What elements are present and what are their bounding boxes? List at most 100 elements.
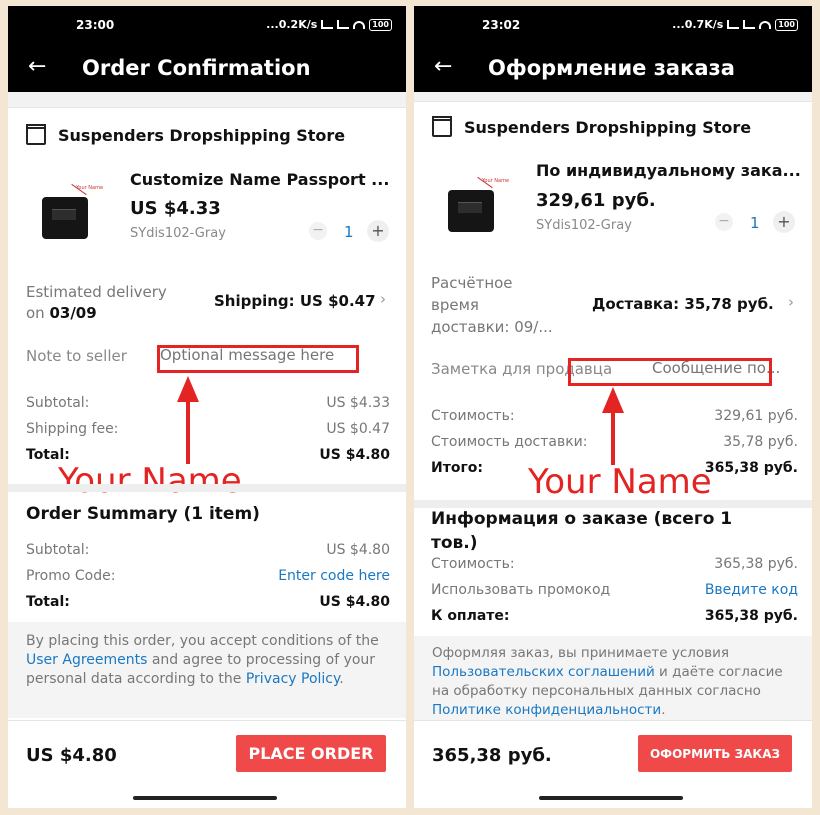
annotation-arrow-head (602, 387, 624, 413)
cost-subtotal-label: Subtotal: (26, 395, 90, 411)
cost-total-value: US $4.80 (319, 447, 390, 463)
store-header[interactable]: Suspenders Dropshipping Store (26, 123, 346, 145)
annotation-arrow-head (177, 376, 199, 402)
product-price: US $4.33 (130, 198, 221, 219)
store-icon (432, 115, 452, 137)
quantity-decrease-button[interactable]: − (715, 213, 733, 231)
product-name[interactable]: По индивидуальному зака... (536, 161, 801, 180)
place-order-button[interactable]: PLACE ORDER (236, 735, 386, 772)
summary-subtotal-label: Стоимость: (431, 556, 515, 572)
promo-code-label: Promo Code: (26, 568, 116, 584)
order-summary-title-line2: тов.) (431, 533, 478, 553)
store-header[interactable]: Suspenders Dropshipping Store (432, 115, 751, 137)
footer-total: 365,38 руб. (432, 745, 552, 766)
signal-icon (337, 20, 350, 29)
phone-screen-russian: 23:02 ...0.7K/s 100 ← Оформление заказа … (414, 6, 812, 808)
section-divider (414, 500, 812, 508)
quantity-value: 1 (344, 223, 354, 241)
wallet-photo (42, 197, 88, 239)
back-arrow-icon[interactable]: ← (28, 54, 46, 79)
checkout-footer: US $4.80 PLACE ORDER (8, 720, 406, 808)
status-bar: 23:02 ...0.7K/s 100 (414, 6, 812, 44)
shipping-option[interactable]: Доставка: 35,78 руб. (592, 295, 774, 313)
wifi-icon (759, 20, 772, 29)
product-price: 329,61 руб. (536, 190, 656, 211)
annotation-box (568, 358, 772, 386)
cost-subtotal-value: US $4.33 (326, 395, 390, 411)
user-agreements-link[interactable]: Пользовательских соглашений (432, 664, 655, 680)
place-order-button[interactable]: ОФОРМИТЬ ЗАКАЗ (638, 735, 792, 772)
home-indicator[interactable] (133, 796, 277, 800)
product-image[interactable]: Your Name (26, 171, 110, 255)
nav-bar: ← Order Confirmation (8, 44, 406, 92)
user-agreements-link[interactable]: User Agreements (26, 652, 147, 668)
cost-shipping-label: Shipping fee: (26, 421, 119, 437)
annotation-box (157, 345, 359, 373)
signal-icon (743, 20, 756, 29)
annotation-text: Your Name (58, 461, 242, 501)
product-image-tag: Your Name (482, 178, 510, 184)
order-summary-title-line1: Информация о заказе (всего 1 (431, 509, 733, 529)
network-speed: ...0.2K/s (266, 18, 318, 31)
chevron-right-icon[interactable]: › (788, 293, 794, 311)
section-divider (8, 484, 406, 492)
promo-code-link[interactable]: Enter code here (278, 568, 390, 584)
annotation-text: Your Name (528, 462, 712, 502)
disclaimer-text-1: By placing this order, you accept condit… (26, 633, 379, 649)
cost-total-label: Итого: (431, 460, 483, 476)
signal-icon (321, 20, 334, 29)
wallet-photo (448, 190, 494, 232)
disclaimer-text-1: Оформляя заказ, вы принимаете условия (432, 645, 730, 661)
network-speed: ...0.7K/s (672, 18, 724, 31)
summary-subtotal-value: 365,38 руб. (714, 556, 798, 572)
terms-disclaimer: By placing this order, you accept condit… (8, 622, 406, 718)
cost-shipping-value: US $0.47 (326, 421, 390, 437)
summary-total-label: Total: (26, 594, 70, 610)
quantity-increase-button[interactable]: + (367, 220, 389, 242)
page-title: Order Confirmation (82, 56, 311, 80)
promo-code-link[interactable]: Введите код (705, 582, 798, 598)
quantity-decrease-button[interactable]: − (309, 222, 327, 240)
delivery-date: 03/09 (49, 304, 97, 322)
chevron-right-icon[interactable]: › (380, 290, 386, 308)
back-arrow-icon[interactable]: ← (434, 54, 452, 79)
cost-subtotal-value: 329,61 руб. (714, 408, 798, 424)
store-icon (26, 123, 46, 145)
shipping-option[interactable]: Shipping: US $0.47 (214, 292, 376, 310)
annotation-arrow (611, 411, 615, 465)
home-indicator[interactable] (539, 796, 683, 800)
product-sku[interactable]: SYdis102-Gray (130, 226, 226, 241)
battery-icon: 100 (369, 18, 392, 31)
store-name: Suspenders Dropshipping Store (58, 126, 346, 145)
disclaimer-text-3: . (661, 702, 666, 718)
cost-total-value: 365,38 руб. (704, 460, 798, 476)
checkout-footer: 365,38 руб. ОФОРМИТЬ ЗАКАЗ (414, 720, 812, 808)
product-image[interactable]: Your Name (432, 164, 516, 248)
battery-icon: 100 (775, 18, 798, 31)
delivery-label-line3: доставки: 09/... (431, 318, 553, 336)
top-spacer (414, 92, 812, 102)
product-image-tag: Your Name (76, 185, 104, 191)
signal-icon (727, 20, 740, 29)
quantity-increase-button[interactable]: + (773, 211, 795, 233)
disclaimer-text-3: . (339, 671, 344, 687)
quantity-value: 1 (750, 214, 760, 232)
order-summary-title: Order Summary (1 item) (26, 504, 260, 524)
status-indicators: ...0.2K/s 100 (266, 18, 392, 31)
privacy-policy-link[interactable]: Политике конфиденциальности (432, 702, 661, 718)
product-name[interactable]: Customize Name Passport ... (130, 170, 389, 189)
cost-shipping-label: Стоимость доставки: (431, 434, 588, 450)
delivery-label-line1: Estimated delivery (26, 283, 167, 301)
wifi-icon (353, 20, 366, 29)
delivery-label-line2: on 03/09 (26, 304, 97, 322)
summary-total-value: US $4.80 (319, 594, 390, 610)
nav-bar: ← Оформление заказа (414, 44, 812, 92)
top-spacer (8, 92, 406, 108)
promo-code-label: Использовать промокод (431, 582, 611, 598)
privacy-policy-link[interactable]: Privacy Policy (246, 671, 339, 687)
summary-subtotal-label: Subtotal: (26, 542, 90, 558)
terms-disclaimer: Оформляя заказ, вы принимаете условия По… (414, 636, 812, 722)
status-time: 23:02 (482, 18, 521, 32)
product-sku[interactable]: SYdis102-Gray (536, 218, 632, 233)
delivery-label-line2: время (431, 296, 479, 314)
